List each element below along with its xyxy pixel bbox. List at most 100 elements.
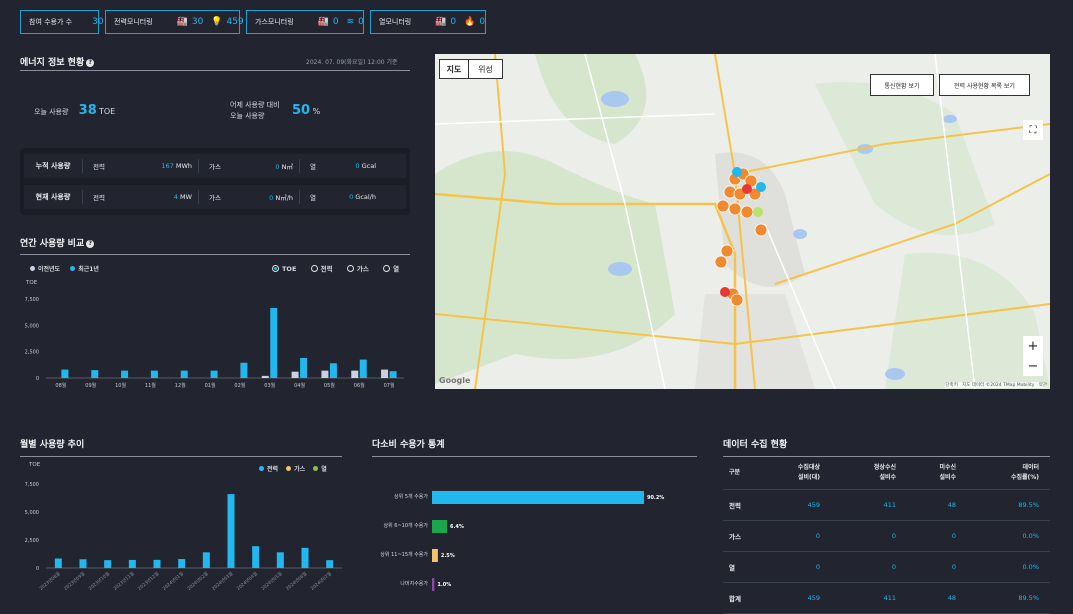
heat-value: 0 <box>349 193 354 201</box>
x-tick-label: 05월 <box>324 382 335 389</box>
energy-title: 에너지 정보 현황? <box>20 55 95 68</box>
collect-table: 구분 수집대상 설비(대) 정상수신 설비수 미수신 설비수 데이터 수집률(%) 전력 4… <box>723 456 1050 614</box>
x-tick-label: 10월 <box>115 382 126 389</box>
table-cell: 89.5% <box>1018 501 1039 509</box>
heat-unit: Gcal <box>361 162 376 170</box>
fullscreen-icon[interactable]: ⛶ <box>1023 120 1043 140</box>
table-cell: 0 <box>815 563 820 571</box>
y-tick-label: 2,500 <box>25 350 39 356</box>
bar-recent-year <box>359 359 367 378</box>
y-tick-label: 0 <box>36 376 39 382</box>
bar-prev-year <box>321 370 329 378</box>
x-tick-label: 2023년10월 <box>87 570 111 592</box>
y-tick-label: 0 <box>36 566 39 572</box>
bar-power <box>202 552 210 568</box>
bar-power <box>252 546 260 568</box>
heat-sites-value: 0 <box>450 17 457 27</box>
divider <box>20 456 342 457</box>
gas-unit: N㎥ <box>281 163 293 171</box>
map-attribution[interactable]: 단축키 지도 데이터 ©2024 TMap Mobility 약관 <box>945 382 1047 388</box>
zoom-out-button[interactable]: − <box>1023 356 1043 376</box>
power-unit: MW <box>179 193 192 201</box>
comm-status-button[interactable]: 통신현황 보기 <box>870 74 934 96</box>
x-tick-label: 07월 <box>384 382 395 389</box>
table-cell: 0 <box>951 563 956 571</box>
y-axis-label: TOE <box>25 280 38 286</box>
column-header[interactable]: 미수신 설비수 <box>896 463 956 483</box>
x-tick-label: 08월 <box>55 382 66 389</box>
bar-recent-year <box>121 370 129 378</box>
gas-unit: N㎥/h <box>275 194 293 202</box>
compare-value: 50 <box>292 103 311 118</box>
heat-key: 열 <box>310 163 316 171</box>
row-label: 현재 사용량 <box>35 193 71 201</box>
timestamp: 2024. 07. 09(화요일) 12:00 기준 <box>306 59 398 66</box>
factory-icon: 🏭 <box>317 17 329 27</box>
table-cell: 0 <box>815 532 820 540</box>
bar-power <box>79 559 87 568</box>
power-sites-value: 30 <box>191 17 204 27</box>
bar-power <box>301 547 309 568</box>
heat-key: 열 <box>310 194 316 202</box>
bar-power <box>227 494 235 568</box>
category-label: 상위 6~10개 수용가 <box>383 522 428 529</box>
x-tick-label: 2023년12월 <box>136 570 160 592</box>
bar-power <box>54 558 62 568</box>
table-cell: 전력 <box>729 502 741 510</box>
bar-power <box>276 552 284 568</box>
tab-map[interactable]: 지도 <box>439 59 469 79</box>
bar-prev-year <box>291 371 299 378</box>
gas-key: 가스 <box>209 194 221 202</box>
help-icon[interactable]: ? <box>86 59 95 67</box>
today-unit: TOE <box>99 107 116 116</box>
bar-recent-year <box>150 370 158 378</box>
help-icon[interactable]: ? <box>86 240 95 248</box>
power-monitoring-label: 전력모니터링 <box>114 18 153 26</box>
table-row: 전력 459 411 48 89.5% <box>723 490 1050 521</box>
column-header[interactable]: 구분 <box>723 468 768 478</box>
x-tick-label: 01월 <box>205 382 216 389</box>
x-tick-label: 2024년05월 <box>260 570 284 592</box>
gas-value: 0 <box>269 194 274 202</box>
compare-value-wrap: 50 % <box>292 103 320 118</box>
x-tick-label: 11월 <box>145 382 156 389</box>
cumulative-row: 누적 사용량 전력 167 MWh 가스 0 N㎥ 열 0 Gcal <box>24 154 406 178</box>
tab-satellite[interactable]: 위성 <box>469 59 503 79</box>
compare-unit: % <box>312 107 321 116</box>
y-tick-label: 7,500 <box>25 297 39 303</box>
zoom-in-button[interactable]: + <box>1023 336 1043 356</box>
table-cell: 0 <box>951 532 956 540</box>
column-header[interactable]: 정상수신 설비수 <box>820 463 896 483</box>
y-tick-label: 2,500 <box>25 538 39 544</box>
map-panel[interactable]: 지도 위성 통신현황 보기 전력 사용현황 목록 보기 ⛶ + − Google… <box>435 54 1050 389</box>
map-canvas[interactable] <box>435 54 1050 389</box>
category-label: 상위 5개 수용가 <box>394 493 428 500</box>
x-tick-label: 09월 <box>85 382 96 389</box>
power-list-button[interactable]: 전력 사용현황 목록 보기 <box>939 74 1030 96</box>
participants-label: 참여 수용가 수 <box>29 18 73 26</box>
heat-monitoring-box[interactable]: 열모니터링 🏭 0 🔥 0 <box>370 10 486 34</box>
power-monitoring-box[interactable]: 전력모니터링 🏭 30 💡 459 <box>105 10 244 34</box>
annual-bar-chart: TOE 0 2,500 5,000 7,500 08월 09월 10월 11월 12월 01월 02월… <box>25 280 404 389</box>
bar-recent-year <box>389 371 397 378</box>
gas-monitoring-box[interactable]: 가스모니터링 🏭 0 ≋ 0 <box>246 10 364 34</box>
x-tick-label: 2024년01월 <box>161 570 185 592</box>
bar-recent-year <box>240 362 248 378</box>
y-tick-label: 7,500 <box>25 482 39 488</box>
bulb-icon: 💡 <box>211 17 223 27</box>
category-label: 나머지수용가 <box>400 580 428 587</box>
y-tick-label: 5,000 <box>25 323 39 329</box>
column-header[interactable]: 데이터 수집률(%) <box>956 463 1044 483</box>
heat-monitoring-label: 열모니터링 <box>379 18 412 26</box>
x-tick-label: 04월 <box>294 382 305 389</box>
divider <box>20 70 410 71</box>
bar-recent-year <box>329 363 337 378</box>
column-header[interactable]: 수집대상 설비(대) <box>768 463 820 483</box>
power-devices-value: 459 <box>226 17 244 27</box>
x-tick-label: 12월 <box>175 382 186 389</box>
bar-power <box>178 559 186 568</box>
table-cell: 합계 <box>729 595 741 603</box>
power-key: 전력 <box>93 163 105 171</box>
table-cell: 48 <box>947 594 956 602</box>
power-value: 4 <box>173 193 178 201</box>
